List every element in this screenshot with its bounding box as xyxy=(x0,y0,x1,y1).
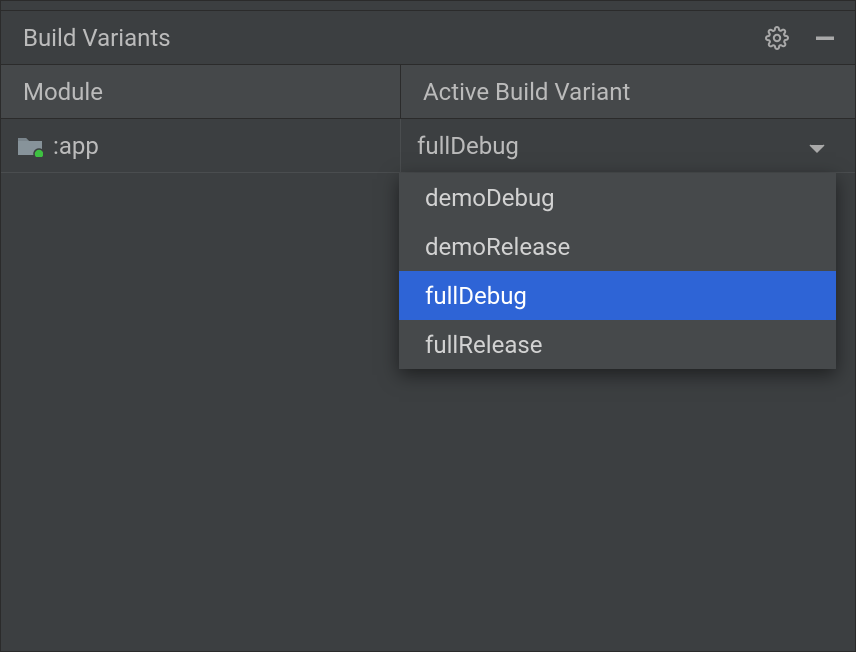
settings-button[interactable] xyxy=(763,24,791,52)
header-icons xyxy=(763,24,839,52)
table-row: :app fullDebug xyxy=(1,119,855,173)
variants-table: Module Active Build Variant :app full xyxy=(1,65,855,651)
variant-cell[interactable]: fullDebug xyxy=(401,119,855,172)
dropdown-item[interactable]: demoRelease xyxy=(399,222,836,271)
table-header: Module Active Build Variant xyxy=(1,65,855,119)
column-header-module: Module xyxy=(1,65,401,118)
module-name: :app xyxy=(53,132,99,160)
dropdown-item[interactable]: demoDebug xyxy=(399,173,836,222)
top-strip xyxy=(1,1,855,11)
gear-icon xyxy=(765,26,789,50)
build-variants-panel: Build Variants Module Active Build Varia… xyxy=(0,0,856,652)
variant-selected-value: fullDebug xyxy=(417,132,519,160)
dropdown-item[interactable]: fullRelease xyxy=(399,320,836,369)
minimize-button[interactable] xyxy=(811,24,839,52)
column-header-variant: Active Build Variant xyxy=(401,65,855,118)
minus-icon xyxy=(813,26,837,50)
panel-title: Build Variants xyxy=(23,24,763,52)
module-cell: :app xyxy=(1,119,401,172)
table-body: :app fullDebug demoDebugdemoReleasefullD… xyxy=(1,119,855,651)
chevron-down-icon xyxy=(809,132,825,160)
panel-header: Build Variants xyxy=(1,11,855,65)
dropdown-item[interactable]: fullDebug xyxy=(399,271,836,320)
module-folder-icon xyxy=(17,135,43,157)
variant-dropdown[interactable]: demoDebugdemoReleasefullDebugfullRelease xyxy=(399,173,836,369)
